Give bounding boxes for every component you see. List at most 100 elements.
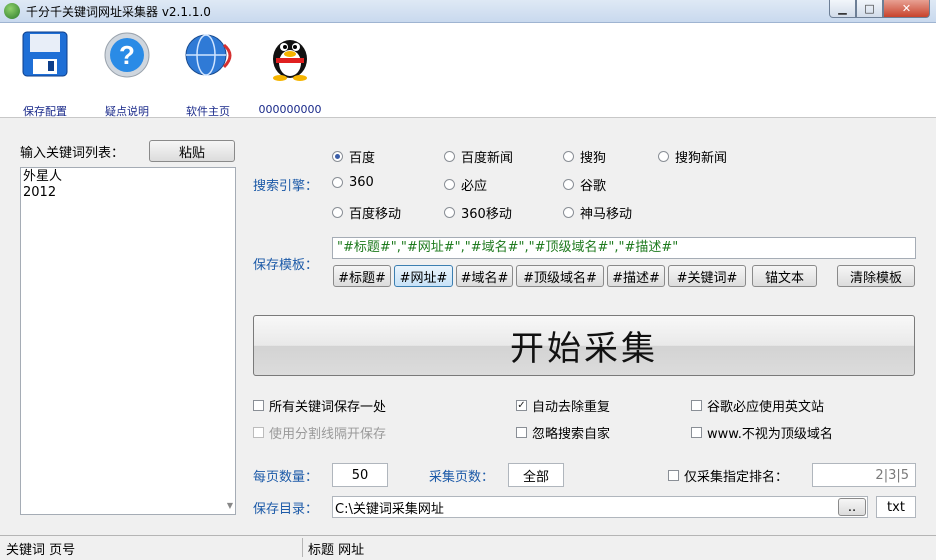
paste-button[interactable]: 粘贴 xyxy=(149,140,235,162)
template-tag-button[interactable]: 锚文本 xyxy=(752,265,817,287)
template-tag-button[interactable]: #描述# xyxy=(607,265,665,287)
option-checkbox[interactable]: ✓ 自动去除重复 xyxy=(516,396,610,415)
engine-radio[interactable]: 必应 xyxy=(444,175,487,194)
app-icon xyxy=(4,3,20,19)
clear-template-button[interactable]: 清除模板 xyxy=(837,265,915,287)
option-checkbox[interactable]: 忽略搜索自家 xyxy=(516,423,610,442)
engine-radio[interactable]: 百度 xyxy=(332,147,375,166)
save-config-button[interactable]: 保存配置 xyxy=(14,31,76,118)
close-button[interactable]: ✕ xyxy=(883,0,930,18)
rank-filter-label: 仅采集指定排名： xyxy=(684,470,789,485)
qq-button[interactable]: 000000000 xyxy=(258,31,322,116)
engine-label: 神马移动 xyxy=(580,207,633,222)
engine-radio[interactable]: 百度移动 xyxy=(332,203,401,222)
option-checkbox[interactable]: 使用分割线隔开保存 xyxy=(253,423,386,442)
status-divider xyxy=(302,538,303,557)
keyword-list-label: 输入关键词列表： xyxy=(20,146,125,161)
radio-circle xyxy=(332,151,343,162)
engine-label: 必应 xyxy=(461,179,488,194)
engine-label: 百度移动 xyxy=(349,207,402,222)
template-tag-button[interactable]: #标题# xyxy=(333,265,391,287)
radio-circle xyxy=(332,207,343,218)
radio-circle xyxy=(444,179,455,190)
save-dir-input[interactable]: C:\关键词采集网址 xyxy=(332,496,868,518)
toolbar-label: 保存配置 xyxy=(23,105,67,118)
engine-radio[interactable]: 搜狗 xyxy=(563,147,606,166)
toolbar-label: 000000000 xyxy=(258,103,322,116)
engine-radio[interactable]: 360移动 xyxy=(444,203,512,222)
checkbox-box xyxy=(253,427,264,438)
rank-filter-input[interactable]: 2|3|5 xyxy=(812,463,916,487)
radio-circle xyxy=(563,207,574,218)
template-tag-button[interactable]: #网址# xyxy=(394,265,453,287)
toolbar: 保存配置 ? 疑点说明 软件主页 000000000 xyxy=(0,23,936,118)
browse-button[interactable]: .. xyxy=(838,498,866,516)
status-bar: 关键词 页号 标题 网址 xyxy=(0,535,936,560)
engine-radio[interactable]: 360 xyxy=(332,175,374,190)
engine-label: 360 xyxy=(349,175,374,190)
checkbox-box xyxy=(253,400,264,411)
svg-text:?: ? xyxy=(119,40,135,70)
pages-label: 采集页数： xyxy=(429,470,495,485)
engine-label: 百度新闻 xyxy=(461,151,514,166)
floppy-disk-icon xyxy=(22,31,68,77)
homepage-button[interactable]: 软件主页 xyxy=(176,31,240,118)
engine-label: 360移动 xyxy=(461,207,512,222)
help-icon: ? xyxy=(104,32,150,78)
option-label: 忽略搜索自家 xyxy=(532,427,611,442)
qq-penguin-icon xyxy=(273,40,307,81)
radio-circle xyxy=(444,207,455,218)
option-label: 自动去除重复 xyxy=(532,400,611,415)
scroll-down-arrow-icon[interactable]: ▼ xyxy=(227,501,233,510)
option-label: www.不视为顶级域名 xyxy=(707,427,833,442)
keyword-textarea[interactable]: 外星人 2012 ▼ xyxy=(20,167,236,515)
option-label: 使用分割线隔开保存 xyxy=(269,427,387,442)
engine-radio[interactable]: 百度新闻 xyxy=(444,147,513,166)
maximize-button[interactable]: □ xyxy=(856,0,883,18)
file-ext-input[interactable]: txt xyxy=(876,496,916,518)
title-bar: 千分千关键词网址采集器 v2.1.1.0 ▁ □ ✕ xyxy=(0,0,936,23)
start-collect-button[interactable]: 开始采集 xyxy=(253,315,915,376)
radio-circle xyxy=(332,177,343,188)
keyword-line: 外星人 xyxy=(23,169,63,184)
checkbox-box xyxy=(668,470,679,481)
option-label: 所有关键词保存一处 xyxy=(269,400,387,415)
checkbox-box xyxy=(516,427,527,438)
radio-circle xyxy=(444,151,455,162)
checkbox-box: ✓ xyxy=(516,400,527,411)
help-button[interactable]: ? 疑点说明 xyxy=(96,31,158,118)
save-dir-label: 保存目录： xyxy=(253,502,319,517)
pages-select[interactable]: 全部 xyxy=(508,463,564,487)
option-checkbox[interactable]: 谷歌必应使用英文站 xyxy=(691,396,824,415)
option-label: 谷歌必应使用英文站 xyxy=(707,400,825,415)
engine-radio[interactable]: 谷歌 xyxy=(563,175,606,194)
template-tag-button[interactable]: #顶级域名# xyxy=(516,265,604,287)
window-title: 千分千关键词网址采集器 v2.1.1.0 xyxy=(26,5,211,19)
toolbar-label: 软件主页 xyxy=(186,105,230,118)
option-checkbox[interactable]: 所有关键词保存一处 xyxy=(253,396,386,415)
engine-label: 谷歌 xyxy=(580,179,607,194)
radio-circle xyxy=(563,179,574,190)
rank-filter-checkbox[interactable]: 仅采集指定排名： xyxy=(668,466,788,485)
template-tag-button[interactable]: #域名# xyxy=(456,265,513,287)
toolbar-label: 疑点说明 xyxy=(105,105,149,118)
per-page-input[interactable]: 50 xyxy=(332,463,388,487)
per-page-label: 每页数量： xyxy=(253,470,319,485)
search-engine-label: 搜索引擎： xyxy=(253,179,319,194)
radio-circle xyxy=(563,151,574,162)
minimize-button[interactable]: ▁ xyxy=(829,0,856,18)
status-left: 关键词 页号 xyxy=(6,543,76,558)
template-tag-button[interactable]: #关键词# xyxy=(668,265,746,287)
save-template-label: 保存模板： xyxy=(253,258,319,273)
engine-label: 搜狗新闻 xyxy=(675,151,728,166)
engine-radio[interactable]: 神马移动 xyxy=(563,203,632,222)
checkbox-box xyxy=(691,427,702,438)
checkbox-box xyxy=(691,400,702,411)
engine-label: 搜狗 xyxy=(580,151,607,166)
radio-circle xyxy=(658,151,669,162)
status-right: 标题 网址 xyxy=(308,543,365,558)
globe-icon xyxy=(185,34,232,76)
template-input[interactable]: "#标题#","#网址#","#域名#","#顶级域名#","#描述#" xyxy=(332,237,916,259)
engine-radio[interactable]: 搜狗新闻 xyxy=(658,147,727,166)
option-checkbox[interactable]: www.不视为顶级域名 xyxy=(691,423,833,442)
